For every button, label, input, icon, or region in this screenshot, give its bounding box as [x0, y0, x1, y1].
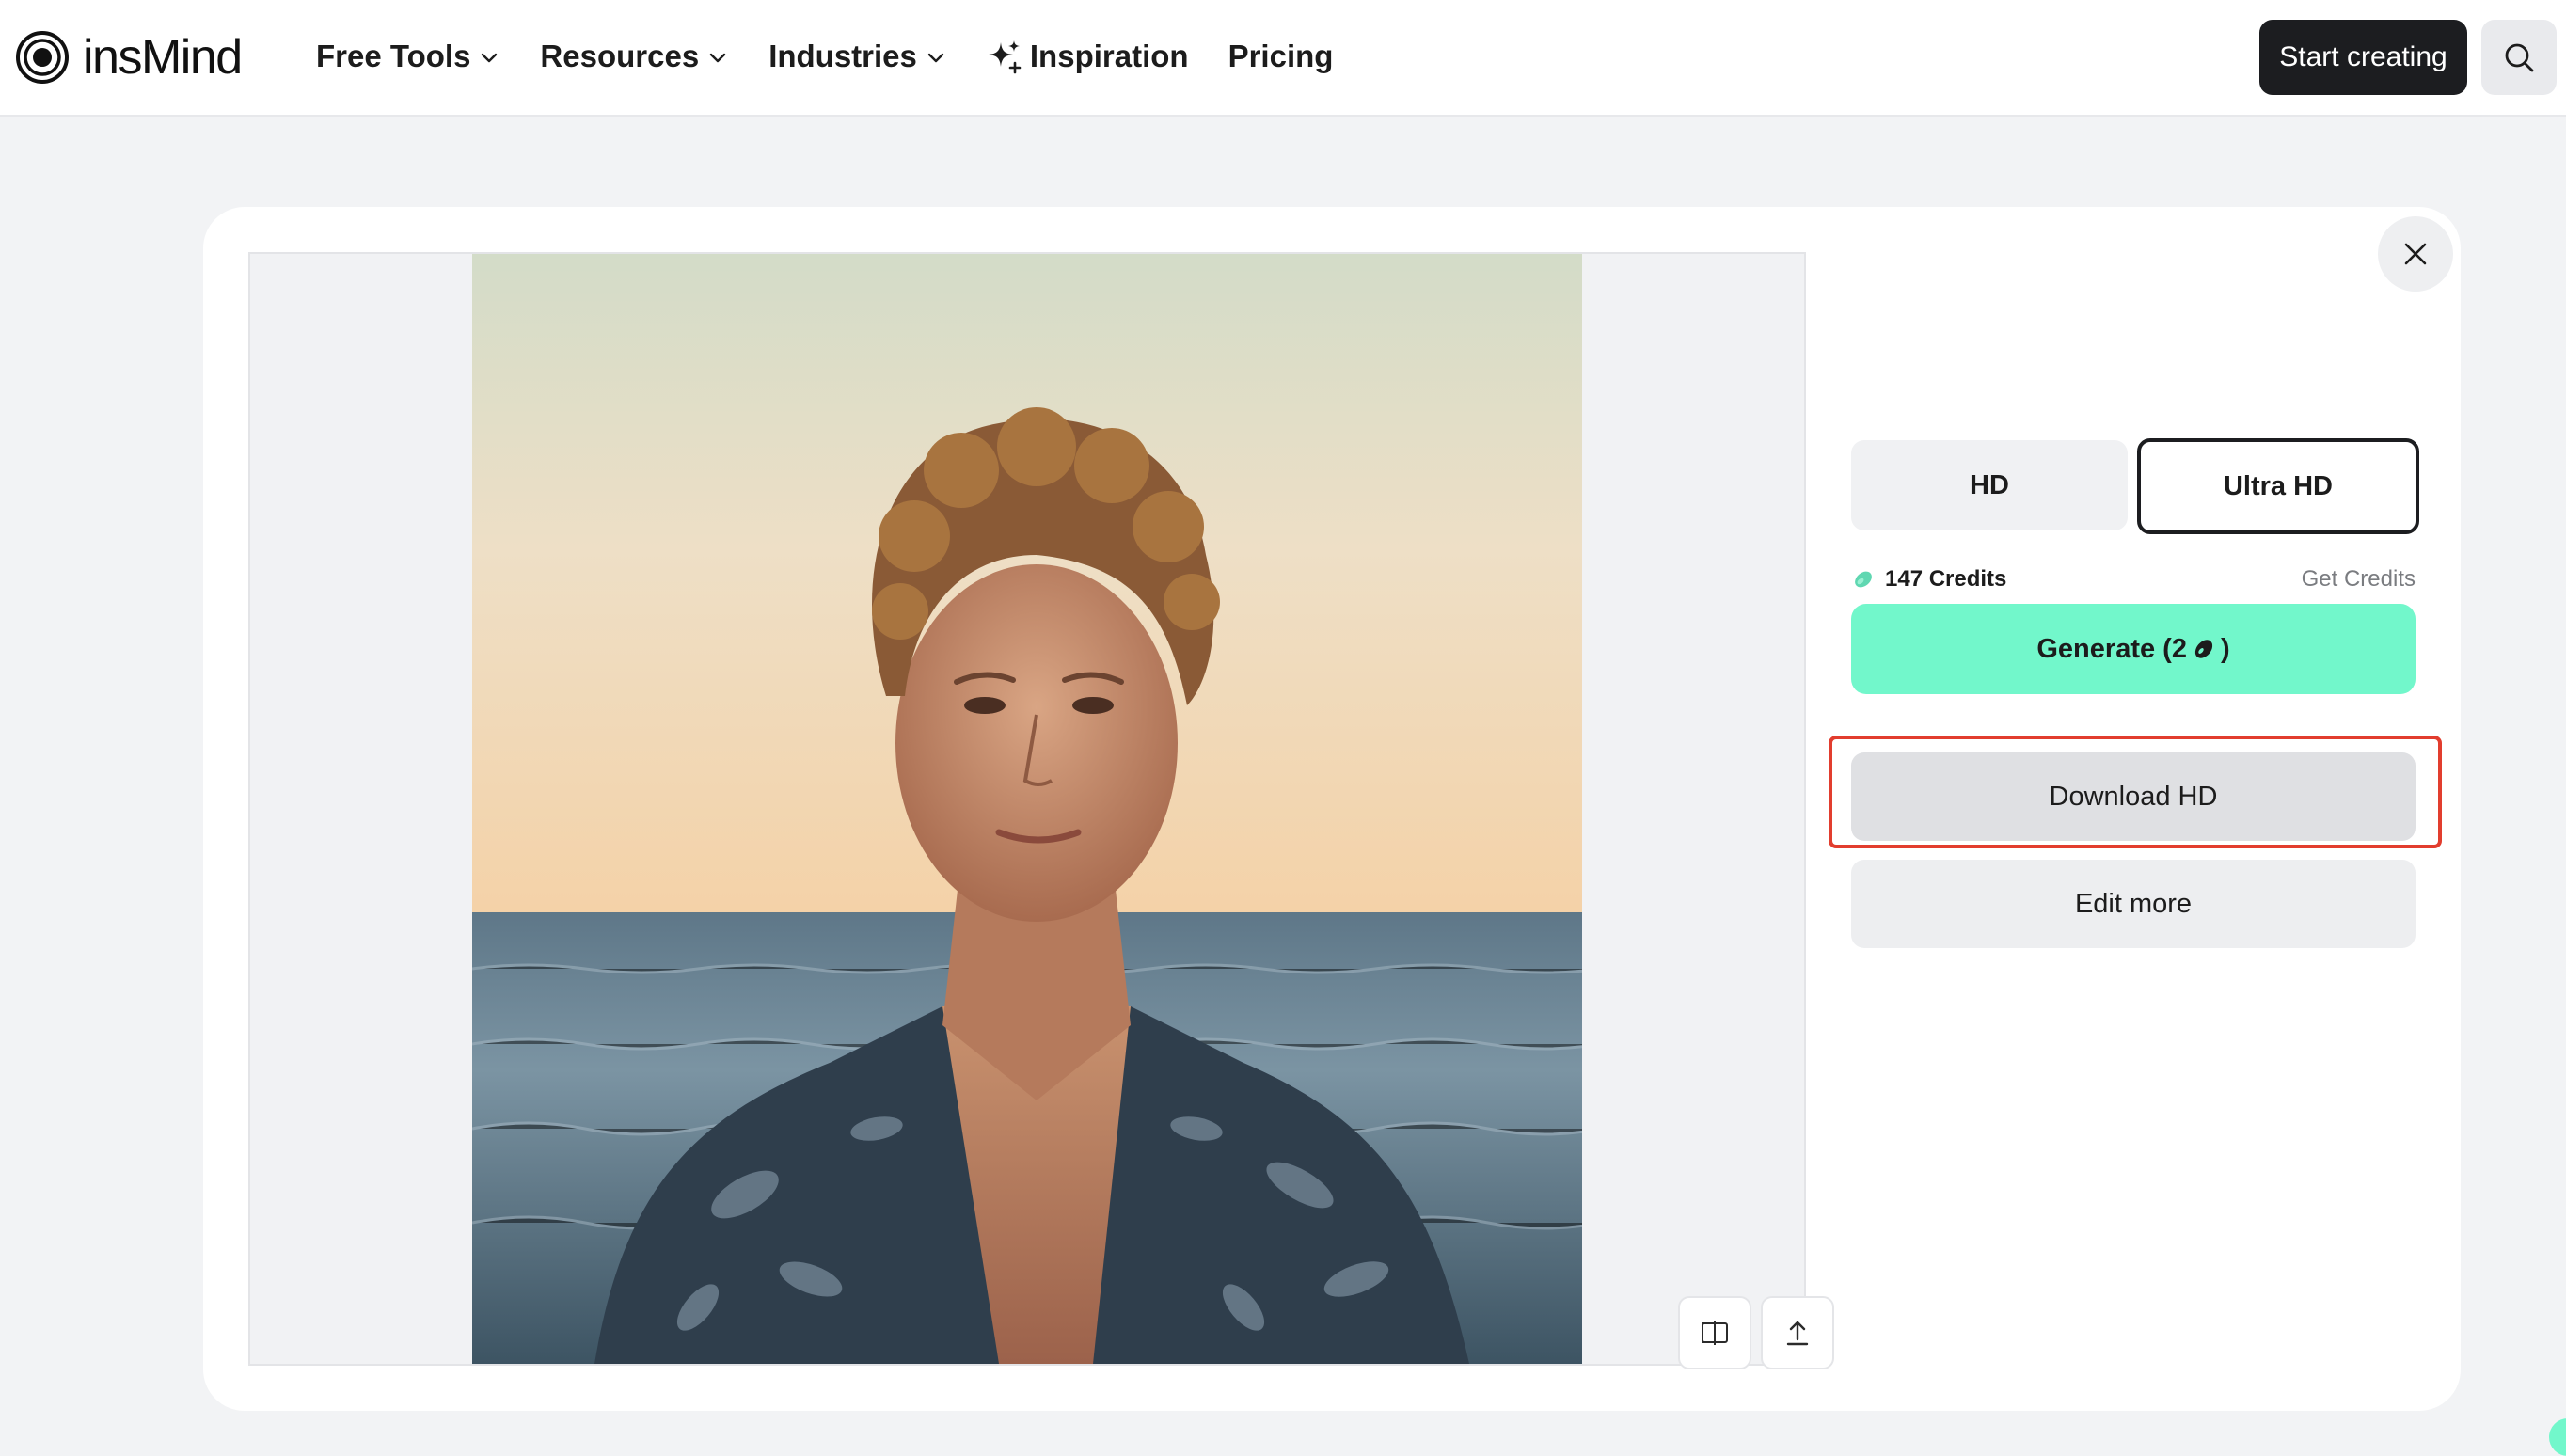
- get-credits-link[interactable]: Get Credits: [2302, 566, 2416, 593]
- chevron-down-icon: [927, 53, 944, 63]
- main-nav: Free Tools Resources Industries Inspirat…: [316, 30, 1372, 83]
- compare-icon: [1702, 1321, 1728, 1345]
- sparkle-icon: [988, 40, 1022, 74]
- quality-option-hd[interactable]: HD: [1851, 440, 2128, 530]
- quality-option-label: HD: [1970, 469, 2009, 500]
- credits-row: 147 Credits Get Credits: [1851, 564, 2416, 594]
- share-icon: [1786, 1321, 1809, 1346]
- quality-option-ultra-hd[interactable]: Ultra HD: [2137, 438, 2419, 534]
- chevron-down-icon: [709, 53, 726, 63]
- start-creating-button[interactable]: Start creating: [2259, 20, 2467, 95]
- quality-option-label: Ultra HD: [2223, 470, 2333, 501]
- chevron-down-icon: [482, 53, 498, 63]
- search-button[interactable]: [2481, 20, 2557, 95]
- credit-bean-icon: [1855, 571, 1872, 588]
- generated-portrait-image: [472, 254, 1582, 1364]
- download-hd-button[interactable]: Download HD: [1851, 752, 2416, 841]
- edit-more-button[interactable]: Edit more: [1851, 860, 2416, 948]
- nav-industries[interactable]: Industries: [768, 39, 947, 74]
- nav-free-tools-label: Free Tools: [316, 39, 471, 73]
- brand-name: insMind: [83, 30, 243, 85]
- generate-button[interactable]: Generate (2 ): [1851, 604, 2416, 694]
- nav-resources-label: Resources: [540, 39, 700, 73]
- close-icon: [2404, 243, 2427, 265]
- corner-widget[interactable]: [2549, 1418, 2566, 1456]
- generate-label-suffix: ): [2220, 633, 2230, 664]
- image-preview-area: [248, 252, 1834, 1369]
- nav-pricing-label: Pricing: [1228, 39, 1334, 73]
- nav-industries-label: Industries: [768, 39, 917, 73]
- credit-bean-icon: [2194, 640, 2213, 658]
- compare-button[interactable]: [1678, 1296, 1751, 1369]
- credits-balance: 147 Credits: [1851, 566, 2006, 593]
- top-navigation-bar: insMind Free Tools Resources Industries …: [0, 0, 2566, 117]
- result-modal: HD Ultra HD 147 Credits Get Credits Gene…: [203, 207, 2461, 1411]
- nav-pricing[interactable]: Pricing: [1228, 39, 1334, 74]
- generate-label-prefix: Generate (2: [2036, 633, 2187, 664]
- search-icon: [2505, 43, 2534, 72]
- brand-logo[interactable]: insMind: [15, 28, 243, 87]
- nav-inspiration[interactable]: Inspiration: [987, 39, 1189, 74]
- close-modal-button[interactable]: [2378, 216, 2453, 292]
- nav-inspiration-label: Inspiration: [1029, 39, 1189, 73]
- nav-resources[interactable]: Resources: [540, 39, 729, 74]
- share-button[interactable]: [1761, 1296, 1834, 1369]
- credits-balance-label: 147 Credits: [1885, 566, 2007, 592]
- nav-free-tools[interactable]: Free Tools: [316, 39, 500, 74]
- concentric-rings-logo-icon: [16, 31, 69, 84]
